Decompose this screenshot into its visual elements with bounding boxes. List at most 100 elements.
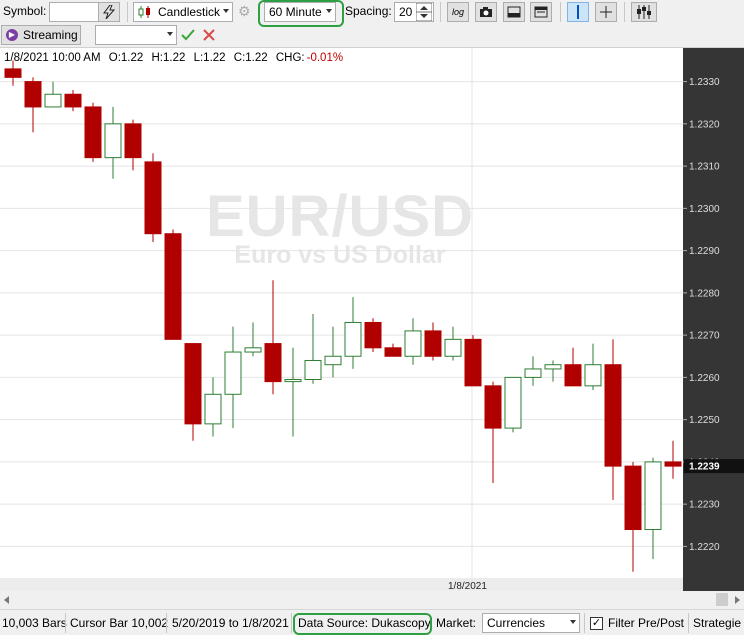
crosshair-icon[interactable] xyxy=(595,2,617,22)
candle-body xyxy=(64,93,82,108)
candle-body xyxy=(464,338,482,387)
candle-body xyxy=(284,379,302,383)
streaming-icon: ▶ xyxy=(6,29,18,41)
candle-body xyxy=(344,321,362,357)
y-tick-label: 1.2330 xyxy=(689,77,720,88)
candle-body xyxy=(444,338,462,357)
high-value: H:1.22 xyxy=(151,52,186,64)
chevron-down-icon xyxy=(570,620,576,624)
strategies-tab[interactable]: Strategie xyxy=(693,616,741,630)
symbol-input[interactable] xyxy=(49,2,99,22)
last-price-label: 1.2239 xyxy=(689,462,720,473)
candle-body xyxy=(224,351,242,395)
y-tick-label: 1.2230 xyxy=(689,500,720,511)
scroll-thumb[interactable] xyxy=(716,593,728,606)
filter-label: Filter Pre/Post xyxy=(608,616,685,630)
market-label: Market: xyxy=(436,616,477,630)
open-value: O:1.22 xyxy=(108,52,144,64)
candle-body xyxy=(564,364,582,387)
candle-body xyxy=(384,347,402,357)
candle-body xyxy=(184,343,202,425)
horizontal-scrollbar[interactable] xyxy=(0,591,744,608)
y-tick-label: 1.2220 xyxy=(689,542,720,553)
candle-body xyxy=(104,123,122,159)
y-tick-label: 1.2270 xyxy=(689,331,720,342)
date-range: 5/20/2019 to 1/8/2021 xyxy=(172,616,289,630)
chart-type-select[interactable]: Candlestick xyxy=(133,2,233,22)
chg-label: CHG: xyxy=(275,52,305,64)
candle-body xyxy=(624,465,642,531)
bar-date: 1/8/2021 10:00 AM xyxy=(4,52,101,64)
chevron-down-icon xyxy=(167,32,173,36)
check-icon[interactable] xyxy=(180,27,196,43)
candle-body xyxy=(604,364,622,467)
chg-value: -0.01% xyxy=(306,52,344,64)
separator xyxy=(560,2,561,22)
cursor-bar: Cursor Bar 10,002 xyxy=(70,616,169,630)
y-tick-label: 1.2290 xyxy=(689,246,720,257)
close-value: C:1.22 xyxy=(233,52,268,64)
candle-body xyxy=(4,68,22,78)
lightning-icon[interactable] xyxy=(98,2,120,22)
camera-icon[interactable] xyxy=(475,2,497,22)
candle-body xyxy=(664,461,682,467)
scroll-right-icon[interactable] xyxy=(735,596,740,604)
low-value: L:1.22 xyxy=(193,52,226,64)
chart-window: Symbol: Candlestick ⚙ 60 Minute Spacing:… xyxy=(0,0,744,635)
streaming-button[interactable]: ▶ Streaming xyxy=(1,25,81,45)
market-select[interactable]: Currencies xyxy=(482,613,580,633)
candle-body xyxy=(124,123,142,159)
y-tick-label: 1.2320 xyxy=(689,119,720,130)
ohlc-info: 1/8/2021 10:00 AM O:1.22 H:1.22 L:1.22 C… xyxy=(4,52,348,64)
y-tick-label: 1.2250 xyxy=(689,415,720,426)
chevron-down-icon xyxy=(223,9,229,13)
y-tick-label: 1.2300 xyxy=(689,204,720,215)
scroll-left-icon[interactable] xyxy=(4,596,9,604)
candle-body xyxy=(364,321,382,349)
candle-body xyxy=(244,347,262,353)
separator xyxy=(166,613,167,633)
toolbar: Symbol: Candlestick ⚙ 60 Minute Spacing:… xyxy=(0,0,744,27)
candle-body xyxy=(324,355,342,366)
price-chart[interactable]: EUR/USD Euro vs US Dollar 1.2330 1.2320 1.… xyxy=(0,47,744,592)
candle-body xyxy=(644,461,662,531)
candle-body xyxy=(404,330,422,357)
indicators-icon[interactable] xyxy=(631,2,657,22)
gear-icon[interactable]: ⚙ xyxy=(238,4,252,18)
log-button[interactable]: log xyxy=(447,2,469,22)
candle-body xyxy=(584,364,602,387)
separator xyxy=(584,613,585,633)
separator xyxy=(127,2,128,22)
separator xyxy=(291,613,292,633)
spacing-label: Spacing: xyxy=(345,4,392,18)
candle-body xyxy=(304,359,322,380)
quick-select[interactable] xyxy=(95,25,177,45)
y-tick-label: 1.2260 xyxy=(689,373,720,384)
close-icon[interactable] xyxy=(201,27,217,43)
separator xyxy=(440,2,441,22)
toolbar-secondary: ▶ Streaming xyxy=(0,24,744,46)
panel-bottom-icon[interactable] xyxy=(503,2,525,22)
bar-count: 10,003 Bars xyxy=(2,616,67,630)
candle-body xyxy=(264,343,282,383)
y-tick-label: 1.2310 xyxy=(689,162,720,173)
candle-body xyxy=(504,376,522,429)
panel-top-icon[interactable] xyxy=(530,2,552,22)
candles-plot: 1.2330 1.2320 1.2310 1.2300 1.2290 1.2280 1.22… xyxy=(0,48,744,578)
candle-body xyxy=(24,81,42,108)
spacing-spinner[interactable] xyxy=(415,2,433,22)
separator xyxy=(65,613,66,633)
separator xyxy=(688,613,689,633)
separator xyxy=(624,2,625,22)
symbol-label: Symbol: xyxy=(3,4,47,18)
y-tick-label: 1.2280 xyxy=(689,288,720,299)
interval-highlight xyxy=(258,0,344,27)
candle-body xyxy=(484,385,502,429)
candle-body xyxy=(204,393,222,425)
vertical-cursor-icon[interactable] xyxy=(567,2,589,22)
candle-body xyxy=(424,330,442,357)
chart-type-label: Candlestick xyxy=(158,5,221,19)
candle-body xyxy=(164,233,182,340)
filter-checkbox[interactable]: ✓ xyxy=(590,617,603,630)
streaming-label: Streaming xyxy=(23,28,78,42)
